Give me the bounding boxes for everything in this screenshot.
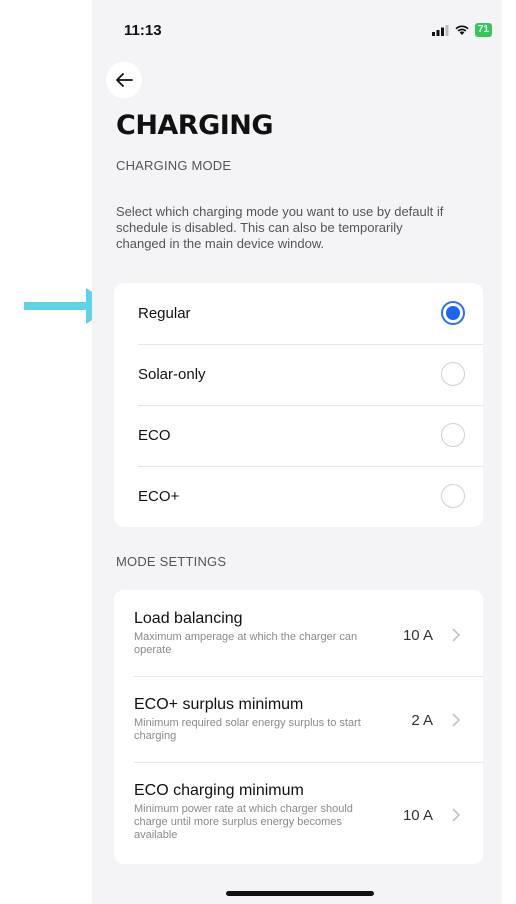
- charging-mode-label: CHARGING MODE: [116, 158, 232, 173]
- wifi-icon: [455, 25, 469, 35]
- mode-option-eco[interactable]: ECO: [114, 405, 483, 466]
- radio-button[interactable]: [441, 484, 465, 508]
- setting-title: ECO+ surplus minimum: [134, 696, 304, 713]
- setting-eco-plus-surplus-minimum[interactable]: ECO+ surplus minimum Minimum required so…: [114, 676, 483, 762]
- status-bar: 11:13 71: [92, 18, 502, 42]
- mode-option-label: ECO+: [138, 488, 180, 505]
- mode-option-solar-only[interactable]: Solar-only: [114, 344, 483, 405]
- phone-screen: 11:13 71 CHARGING CHARGING MODE Select w…: [92, 0, 502, 904]
- back-arrow-icon: [116, 73, 133, 87]
- battery-icon: 71: [474, 23, 492, 37]
- setting-value: 10 A: [402, 627, 433, 644]
- radio-button-selected[interactable]: [441, 301, 465, 325]
- mode-option-label: Solar-only: [138, 366, 206, 383]
- setting-title: ECO charging minimum: [134, 782, 304, 799]
- setting-value: 10 A: [402, 807, 433, 824]
- mode-option-regular[interactable]: Regular: [114, 283, 483, 344]
- radio-button[interactable]: [441, 423, 465, 447]
- radio-button[interactable]: [441, 362, 465, 386]
- signal-icon: [431, 24, 449, 36]
- charging-mode-card: Regular Solar-only ECO ECO+: [114, 283, 483, 527]
- setting-value: 2 A: [411, 712, 433, 729]
- mode-option-label: Regular: [138, 305, 191, 322]
- setting-load-balancing[interactable]: Load balancing Maximum amperage at which…: [114, 590, 483, 676]
- setting-title: Load balancing: [134, 610, 243, 627]
- status-time: 11:13: [124, 22, 162, 39]
- setting-description: Minimum required solar energy surplus to…: [134, 717, 361, 742]
- mode-option-label: ECO: [138, 427, 171, 444]
- status-icons: 71: [431, 23, 492, 37]
- mode-settings-card: Load balancing Maximum amperage at which…: [114, 590, 483, 864]
- charging-mode-description: Select which charging mode you want to u…: [116, 204, 444, 251]
- chevron-right-icon: [452, 808, 461, 822]
- page-title: CHARGING: [116, 110, 274, 141]
- setting-description: Minimum power rate at which charger shou…: [134, 803, 353, 841]
- mode-settings-label: MODE SETTINGS: [116, 554, 227, 569]
- home-indicator: [226, 891, 374, 896]
- setting-description: Maximum amperage at which the charger ca…: [134, 631, 358, 656]
- chevron-right-icon: [452, 628, 461, 642]
- chevron-right-icon: [452, 713, 461, 727]
- setting-eco-charging-minimum[interactable]: ECO charging minimum Minimum power rate …: [114, 762, 483, 864]
- back-button[interactable]: [106, 62, 142, 98]
- mode-option-eco-plus[interactable]: ECO+: [114, 466, 483, 527]
